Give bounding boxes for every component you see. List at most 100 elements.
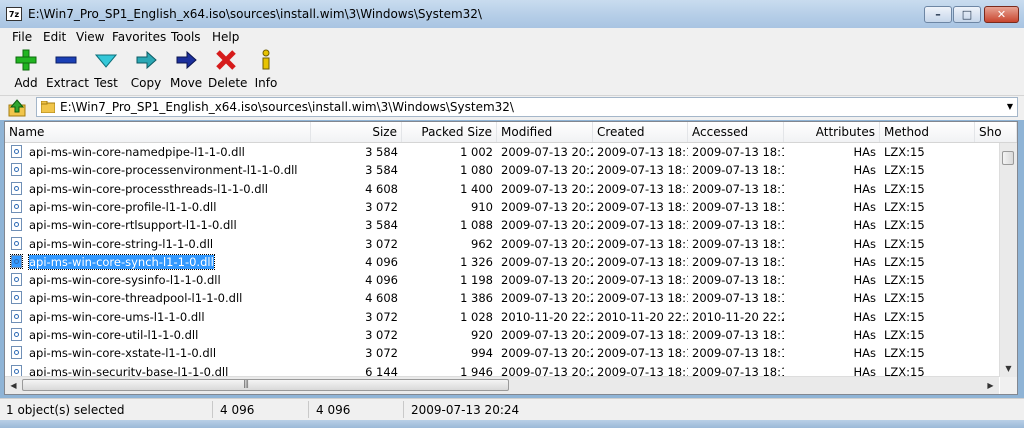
table-row[interactable]: api-ms-win-core-processenvironment-l1-1-…: [5, 161, 999, 179]
table-row[interactable]: api-ms-win-core-threadpool-l1-1-0.dll 4 6…: [5, 289, 999, 307]
cell-method: LZX:15: [884, 346, 925, 361]
cell-packed: 1 386: [460, 291, 493, 306]
folder-up-icon[interactable]: [8, 99, 26, 117]
table-row[interactable]: api-ms-win-core-ums-l1-1-0.dll 3 072 1 028…: [5, 308, 999, 326]
table-row[interactable]: api-ms-win-core-namedpipe-l1-1-0.dll 3 58…: [5, 143, 999, 161]
cell-created: 2009-07-13 18:18: [597, 273, 688, 288]
cell-name: api-ms-win-core-rtlsupport-l1-1-0.dll: [5, 216, 311, 234]
minimize-button[interactable]: –: [924, 6, 952, 23]
cell-method: LZX:15: [884, 273, 925, 288]
cell-modified: 2009-07-13 20:24: [501, 218, 593, 233]
table-row[interactable]: api-ms-win-core-xstate-l1-1-0.dll 3 072 99…: [5, 344, 999, 362]
delete-label: Delete: [208, 76, 248, 90]
copy-icon: [135, 49, 157, 71]
column-size[interactable]: Size: [311, 122, 402, 142]
cell-attributes: HAs: [853, 328, 876, 342]
dll-file-icon: [11, 181, 22, 195]
table-row[interactable]: api-ms-win-core-profile-l1-1-0.dll 3 072 9…: [5, 198, 999, 216]
file-name: api-ms-win-core-threadpool-l1-1-0.dll: [29, 291, 243, 306]
column-accessed[interactable]: Accessed: [688, 122, 784, 142]
cell-attributes: HAs: [853, 254, 876, 269]
cell-name: api-ms-win-core-sysinfo-l1-1-0.dll: [5, 271, 311, 289]
cell-method: LZX:15: [884, 291, 925, 306]
cell-accessed: 2009-07-13 18:18: [692, 181, 784, 196]
menu-file[interactable]: File: [12, 30, 32, 44]
cell-name: api-ms-win-core-ums-l1-1-0.dll: [5, 308, 311, 326]
address-bar[interactable]: E:\Win7_Pro_SP1_English_x64.iso\sources\…: [36, 97, 1018, 117]
vertical-scroll-thumb[interactable]: [1002, 151, 1014, 165]
column-modified[interactable]: Modified: [497, 122, 593, 142]
menu-view[interactable]: View: [76, 30, 104, 44]
title-bar[interactable]: 7z E:\Win7_Pro_SP1_English_x64.iso\sourc…: [0, 0, 1024, 29]
column-method[interactable]: Method: [880, 122, 975, 142]
dll-file-icon: [11, 218, 22, 232]
cell-packed: 910: [471, 199, 493, 214]
column-packed-size[interactable]: Packed Size: [402, 122, 497, 142]
cell-packed: 994: [471, 346, 493, 361]
table-row[interactable]: api-ms-win-core-util-l1-1-0.dll 3 072 920 2…: [5, 326, 999, 344]
table-row[interactable]: api-ms-win-core-string-l1-1-0.dll 3 072 96…: [5, 235, 999, 253]
cell-packed: 920: [471, 328, 493, 342]
cell-created: 2010-11-20 22:24: [597, 309, 688, 324]
file-name: api-ms-win-core-processenvironment-l1-1-…: [29, 163, 298, 178]
move-icon: [175, 49, 197, 71]
vertical-scrollbar[interactable]: ▼: [999, 143, 1017, 377]
column-short[interactable]: Sho: [975, 122, 1017, 142]
cell-attributes: HAs: [853, 291, 876, 306]
scroll-corner: [1000, 377, 1017, 394]
scroll-right-icon[interactable]: ▶: [982, 377, 999, 394]
cell-accessed: 2009-07-13 18:18: [692, 291, 784, 306]
table-row[interactable]: api-ms-win-core-sysinfo-l1-1-0.dll 4 096 1…: [5, 271, 999, 289]
menu-edit[interactable]: Edit: [43, 30, 66, 44]
column-name[interactable]: Name: [5, 122, 311, 142]
cell-name: api-ms-win-core-xstate-l1-1-0.dll: [5, 344, 311, 362]
cell-method: LZX:15: [884, 199, 925, 214]
add-button[interactable]: Add: [12, 49, 40, 93]
cell-accessed: 2009-07-13 18:18: [692, 346, 784, 361]
dll-file-icon: [11, 145, 22, 158]
scroll-left-icon[interactable]: ◀: [5, 377, 22, 394]
horizontal-scroll-thumb[interactable]: [22, 379, 509, 391]
cell-created: 2009-07-13 18:18: [597, 328, 688, 342]
table-row[interactable]: api-ms-win-core-rtlsupport-l1-1-0.dll 3 5…: [5, 216, 999, 234]
chevron-down-icon[interactable]: ▼: [1007, 102, 1013, 111]
dll-file-icon: [11, 346, 22, 360]
cell-size: 4 096: [365, 254, 398, 269]
table-row[interactable]: api-ms-win-core-processthreads-l1-1-0.dl…: [5, 180, 999, 198]
extract-button[interactable]: Extract: [46, 49, 89, 93]
menu-favorites[interactable]: Favorites: [112, 30, 166, 44]
cell-attributes: HAs: [853, 309, 876, 324]
cell-modified: 2009-07-13 20:24: [501, 181, 593, 196]
window-title: E:\Win7_Pro_SP1_English_x64.iso\sources\…: [28, 7, 482, 21]
menu-help[interactable]: Help: [212, 30, 239, 44]
folder-icon: [40, 100, 56, 114]
scroll-grip-icon: |||: [243, 379, 249, 388]
cell-name: api-ms-win-core-synch-l1-1-0.dll: [5, 253, 311, 271]
status-divider: [403, 401, 404, 418]
delete-button[interactable]: Delete: [208, 49, 248, 93]
horizontal-scrollbar[interactable]: ◀ ||| ▶: [5, 376, 999, 394]
menu-tools[interactable]: Tools: [171, 30, 201, 44]
cell-method: LZX:15: [884, 145, 925, 159]
maximize-button[interactable]: □: [953, 6, 981, 23]
close-button[interactable]: ✕: [984, 6, 1019, 23]
close-icon: ✕: [996, 8, 1007, 21]
column-created[interactable]: Created: [593, 122, 688, 142]
cell-accessed: 2010-11-20 22:24: [692, 309, 784, 324]
address-path: E:\Win7_Pro_SP1_English_x64.iso\sources\…: [60, 100, 514, 114]
table-row[interactable]: api-ms-win-core-synch-l1-1-0.dll 4 096 1 3…: [5, 253, 999, 271]
cell-packed: 1 198: [460, 273, 493, 288]
scroll-down-icon[interactable]: ▼: [1000, 360, 1017, 377]
test-icon: [94, 49, 118, 71]
add-icon: [15, 49, 37, 71]
cell-modified: 2009-07-13 20:24: [501, 291, 593, 306]
move-button[interactable]: Move: [170, 49, 202, 93]
cell-size: 4 608: [365, 291, 398, 306]
info-button[interactable]: Info: [252, 49, 280, 93]
cell-modified: 2009-07-13 20:24: [501, 145, 593, 159]
column-attributes[interactable]: Attributes: [784, 122, 880, 142]
info-label: Info: [254, 76, 278, 90]
copy-button[interactable]: Copy: [130, 49, 162, 93]
cell-accessed: 2009-07-13 18:18: [692, 328, 784, 342]
test-button[interactable]: Test: [92, 49, 120, 93]
